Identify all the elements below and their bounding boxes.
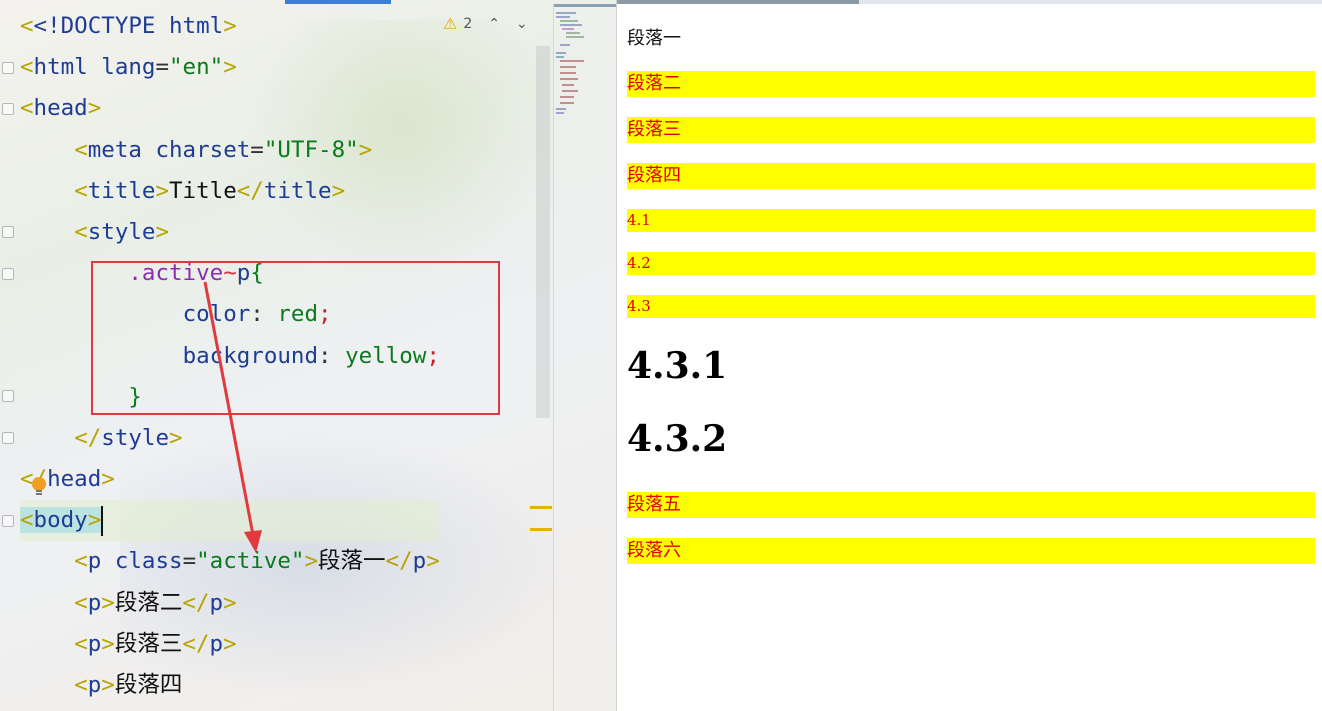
code-minimap[interactable] (553, 4, 616, 711)
preview-paragraph-highlighted: 4.3 (627, 295, 1315, 318)
code-line: <p>段落三</p> (74, 630, 237, 657)
preview-paragraph-highlighted: 段落四 (627, 163, 1315, 189)
code-editor[interactable]: <<!DOCTYPE html> <html lang="en"> <head>… (0, 0, 616, 711)
fold-marker[interactable] (2, 62, 14, 74)
inspection-widget[interactable]: ⚠ 2 ⌃ ⌄ (443, 14, 528, 33)
chevron-down-icon[interactable]: ⌄ (516, 16, 528, 32)
code-line: </head> (20, 466, 115, 493)
code-line: <meta charset="UTF-8"> (74, 136, 373, 163)
preview-paragraph-highlighted: 4.2 (627, 252, 1315, 275)
editor-change-markers (530, 506, 552, 550)
code-line: <head> (20, 95, 102, 122)
fold-marker[interactable] (2, 390, 14, 402)
fold-marker[interactable] (2, 103, 14, 115)
preview-paragraph: 段落一 (627, 26, 1315, 52)
preview-heading: 4.3.2 (627, 418, 728, 460)
preview-tab-indicator (617, 0, 859, 4)
browser-preview[interactable]: 段落一 段落二 段落三 段落四 4.1 4.2 4.3 4.3.1 4.3.2 … (616, 0, 1322, 711)
minimap-indicator (554, 4, 616, 7)
code-line: <style> (74, 218, 170, 245)
fold-marker[interactable] (2, 268, 14, 280)
code-line: <<!DOCTYPE html> (20, 13, 237, 39)
warning-count: 2 (463, 15, 473, 32)
preview-tab-strip (859, 0, 1322, 4)
lightbulb-icon[interactable] (30, 476, 48, 498)
code-line: <title>Title</title> (74, 177, 346, 204)
code-line: </style> (74, 424, 183, 451)
fold-marker[interactable] (2, 515, 14, 527)
preview-heading: 4.3.1 (627, 345, 728, 387)
change-marker (530, 506, 552, 509)
preview-paragraph-highlighted: 段落二 (627, 71, 1315, 97)
annotation-box (91, 261, 500, 415)
warning-triangle-icon[interactable]: ⚠ (443, 14, 457, 33)
preview-paragraph-highlighted: 段落六 (627, 538, 1315, 564)
code-line: <html lang="en"> (20, 54, 237, 81)
code-line: <p>段落二</p> (74, 589, 237, 616)
preview-paragraph-highlighted: 段落三 (627, 117, 1315, 143)
chevron-up-icon[interactable]: ⌃ (488, 16, 500, 32)
editor-tab-indicator (285, 0, 391, 4)
fold-marker[interactable] (2, 226, 14, 238)
preview-paragraph-highlighted: 段落五 (627, 492, 1315, 518)
text-caret (101, 505, 104, 536)
code-line: <p class="active">段落一</p> (74, 548, 440, 575)
editor-scrollbar[interactable] (536, 46, 550, 418)
change-marker (530, 528, 552, 531)
code-line: <p>段落四 (74, 672, 183, 698)
fold-marker[interactable] (2, 432, 14, 444)
editor-gutter (0, 0, 16, 711)
code-line-current: <body> (20, 500, 440, 542)
preview-paragraph-highlighted: 4.1 (627, 209, 1315, 232)
